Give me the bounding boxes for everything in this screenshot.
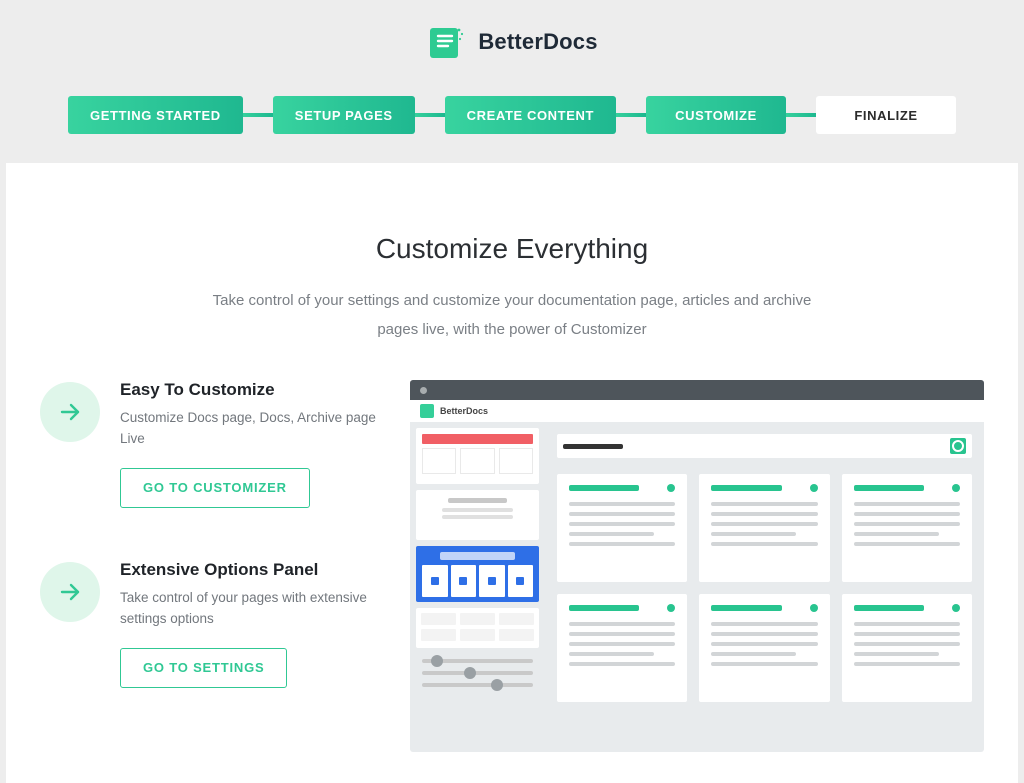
- feature-body: Extensive Options Panel Take control of …: [120, 560, 380, 688]
- preview-theme-tile: [416, 490, 539, 540]
- preview-cards-grid: [557, 474, 972, 702]
- preview-doc-card: [699, 594, 829, 702]
- feature-title: Extensive Options Panel: [120, 560, 380, 580]
- preview-main: [545, 422, 984, 752]
- setup-wizard-page: BetterDocs GETTING STARTED SETUP PAGES C…: [0, 0, 1024, 783]
- feature-title: Easy To Customize: [120, 380, 380, 400]
- step-connector: [616, 113, 646, 117]
- preview-titlebar: [410, 380, 984, 400]
- slider-icon: [422, 671, 533, 675]
- preview-doc-card: [699, 474, 829, 582]
- brand-logo: BetterDocs: [426, 22, 597, 62]
- wizard-steps: GETTING STARTED SETUP PAGES CREATE CONTE…: [0, 95, 1024, 135]
- wizard-card: Customize Everything Take control of you…: [6, 163, 1018, 783]
- step-finalize[interactable]: FINALIZE: [816, 96, 956, 134]
- go-to-customizer-button[interactable]: GO TO CUSTOMIZER: [120, 468, 310, 508]
- preview-sidebar: [410, 422, 545, 752]
- preview-logo-icon: [420, 404, 434, 418]
- preview-body: [410, 422, 984, 752]
- features-column: Easy To Customize Customize Docs page, D…: [40, 380, 380, 752]
- preview-theme-tile: [416, 428, 539, 484]
- slider-icon: [422, 683, 533, 687]
- preview-sliders: [416, 654, 539, 724]
- feature-desc: Customize Docs page, Docs, Archive page …: [120, 408, 380, 450]
- page-title: Customize Everything: [6, 233, 1018, 265]
- step-setup-pages[interactable]: SETUP PAGES: [273, 96, 415, 134]
- preview-brand-text: BetterDocs: [440, 406, 488, 416]
- go-to-settings-button[interactable]: GO TO SETTINGS: [120, 648, 287, 688]
- step-create-content[interactable]: CREATE CONTENT: [445, 96, 616, 134]
- brand-name: BetterDocs: [478, 29, 597, 55]
- preview-brand-bar: BetterDocs: [410, 400, 984, 422]
- search-placeholder-icon: [563, 444, 623, 449]
- step-connector: [786, 113, 816, 117]
- step-customize[interactable]: CUSTOMIZE: [646, 96, 786, 134]
- preview-layout-picker: [416, 608, 539, 648]
- preview-doc-card: [842, 474, 972, 582]
- preview-doc-card: [557, 594, 687, 702]
- content-row: Easy To Customize Customize Docs page, D…: [6, 380, 1018, 752]
- preview-doc-card: [842, 594, 972, 702]
- feature-options-panel: Extensive Options Panel Take control of …: [40, 560, 380, 688]
- feature-body: Easy To Customize Customize Docs page, D…: [120, 380, 380, 508]
- preview-doc-card: [557, 474, 687, 582]
- arrow-right-icon: [40, 382, 100, 442]
- wizard-header: BetterDocs: [0, 0, 1024, 95]
- step-getting-started[interactable]: GETTING STARTED: [68, 96, 243, 134]
- slider-icon: [422, 659, 533, 663]
- page-subtitle: Take control of your settings and custom…: [202, 287, 822, 344]
- step-connector: [415, 113, 445, 117]
- customizer-preview: BetterDocs: [410, 380, 984, 752]
- betterdocs-logo-icon: [426, 22, 466, 62]
- window-dot-icon: [420, 387, 427, 394]
- feature-desc: Take control of your pages with extensiv…: [120, 588, 380, 630]
- step-connector: [243, 113, 273, 117]
- arrow-right-icon: [40, 562, 100, 622]
- feature-easy-customize: Easy To Customize Customize Docs page, D…: [40, 380, 380, 508]
- search-icon: [950, 438, 966, 454]
- preview-theme-tile: [416, 546, 539, 602]
- preview-search-bar: [557, 434, 972, 458]
